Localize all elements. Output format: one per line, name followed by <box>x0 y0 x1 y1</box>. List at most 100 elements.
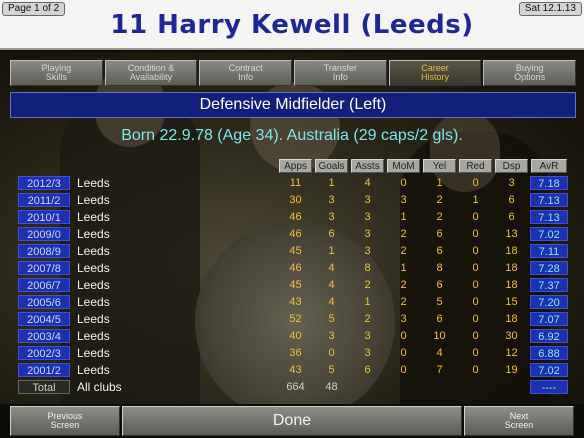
stat-assts: 8 <box>364 262 371 274</box>
tab-career-history[interactable]: Career History <box>388 60 482 86</box>
stat-dsp: 3 <box>508 177 515 189</box>
column-header-yellow[interactable]: Yel <box>423 159 456 173</box>
stat-red: 0 <box>472 228 479 240</box>
stat-assts: 2 <box>364 279 371 291</box>
table-row: 2009/0 Leeds 46 6 3 2 6 0 13 7.02 <box>0 226 584 242</box>
stat-goals: 6 <box>328 228 335 240</box>
stat-assts: 3 <box>364 347 371 359</box>
column-header-mom[interactable]: MoM <box>387 159 420 173</box>
season-button[interactable]: 2011/2 <box>18 193 70 207</box>
table-row: 2011/2 Leeds 30 3 3 3 2 1 6 7.13 <box>0 192 584 208</box>
stat-red: 0 <box>472 279 479 291</box>
stat-mom: 1 <box>400 262 407 274</box>
previous-screen-button[interactable]: Previous Screen <box>10 406 120 436</box>
stat-dsp: 18 <box>505 313 518 325</box>
stat-yel: 2 <box>436 211 443 223</box>
stat-assts: 3 <box>364 330 371 342</box>
next-screen-button[interactable]: Next Screen <box>464 406 574 436</box>
club-name: Leeds <box>77 363 110 377</box>
season-button[interactable]: 2002/3 <box>18 346 70 360</box>
stat-dsp: 13 <box>505 228 518 240</box>
stat-red: 0 <box>472 347 479 359</box>
total-label: Total <box>18 380 70 394</box>
season-button[interactable]: 2008/9 <box>18 244 70 258</box>
stat-mom: 0 <box>400 330 407 342</box>
tab-buying-options[interactable]: Buying Options <box>483 60 577 86</box>
stat-yel: 6 <box>436 245 443 257</box>
stat-red: 0 <box>472 330 479 342</box>
tab-transfer-info[interactable]: Transfer Info <box>294 60 387 86</box>
tab-contract-info[interactable]: Contract Info <box>199 60 293 86</box>
stat-mom: 0 <box>400 364 407 376</box>
stat-goals: 4 <box>328 262 335 274</box>
season-button[interactable]: 2003/4 <box>18 329 70 343</box>
stat-apps: 46 <box>289 262 302 274</box>
column-header-dsp[interactable]: Dsp <box>495 159 528 173</box>
club-name: Leeds <box>77 346 110 360</box>
stat-apps: 45 <box>289 279 302 291</box>
tab-playing-skills[interactable]: Playing Skills <box>10 60 103 86</box>
tab-bar: Playing Skills Condition & Availability … <box>10 60 577 86</box>
column-header-goals[interactable]: Goals <box>315 159 348 173</box>
stat-goals: 3 <box>328 194 335 206</box>
stat-mom: 2 <box>400 228 407 240</box>
stat-red: 0 <box>472 296 479 308</box>
stat-apps: 46 <box>289 228 302 240</box>
club-name: Leeds <box>77 210 110 224</box>
stat-mom: 0 <box>400 347 407 359</box>
stat-red: 1 <box>472 194 479 206</box>
stat-assts: 4 <box>364 177 371 189</box>
done-button[interactable]: Done <box>122 406 462 436</box>
table-row: 2010/1 Leeds 46 3 3 1 2 0 6 7.13 <box>0 209 584 225</box>
stat-goals: 1 <box>328 245 335 257</box>
column-header-avr[interactable]: AvR <box>531 159 567 173</box>
stat-goals: 0 <box>328 347 335 359</box>
stat-apps: 46 <box>289 211 302 223</box>
stat-apps: 43 <box>289 296 302 308</box>
stat-yel: 2 <box>436 194 443 206</box>
season-button[interactable]: 2009/0 <box>18 227 70 241</box>
stat-goals: 3 <box>328 330 335 342</box>
club-name: Leeds <box>77 329 110 343</box>
stat-mom: 2 <box>400 245 407 257</box>
total-apps: 664 <box>286 381 305 393</box>
stat-yel: 10 <box>433 330 446 342</box>
stat-apps: 36 <box>289 347 302 359</box>
season-button[interactable]: 2012/3 <box>18 176 70 190</box>
stat-avr: 7.02 <box>530 227 568 241</box>
season-button[interactable]: 2001/2 <box>18 363 70 377</box>
stat-goals: 5 <box>328 313 335 325</box>
season-button[interactable]: 2004/5 <box>18 312 70 326</box>
club-name: Leeds <box>77 176 110 190</box>
table-row: 2002/3 Leeds 36 0 3 0 4 0 12 6.88 <box>0 345 584 361</box>
club-name: Leeds <box>77 261 110 275</box>
stat-yel: 8 <box>436 262 443 274</box>
season-button[interactable]: 2005/6 <box>18 295 70 309</box>
stat-red: 0 <box>472 245 479 257</box>
stat-goals: 5 <box>328 364 335 376</box>
stat-apps: 45 <box>289 245 302 257</box>
column-header-apps[interactable]: Apps <box>279 159 312 173</box>
column-header-red[interactable]: Red <box>459 159 492 173</box>
season-button[interactable]: 2007/8 <box>18 261 70 275</box>
stat-mom: 3 <box>400 194 407 206</box>
player-title: 11 Harry Kewell (Leeds) <box>110 10 474 40</box>
stat-avr: 6.88 <box>530 346 568 360</box>
stat-goals: 3 <box>328 211 335 223</box>
stat-dsp: 15 <box>505 296 518 308</box>
player-position: Defensive Midfielder (Left) <box>10 92 576 118</box>
table-row: 2001/2 Leeds 43 5 6 0 7 0 19 7.02 <box>0 362 584 378</box>
column-header-assists[interactable]: Assts <box>351 159 384 173</box>
stat-yel: 6 <box>436 313 443 325</box>
total-goals: 48 <box>325 381 338 393</box>
stat-apps: 11 <box>289 177 302 189</box>
stat-avr: 7.07 <box>530 312 568 326</box>
club-name: Leeds <box>77 278 110 292</box>
club-name: Leeds <box>77 227 110 241</box>
stat-dsp: 19 <box>505 364 518 376</box>
season-button[interactable]: 2010/1 <box>18 210 70 224</box>
stat-goals: 4 <box>328 279 335 291</box>
tab-condition-availability[interactable]: Condition & Availability <box>104 60 198 86</box>
stat-mom: 2 <box>400 279 407 291</box>
season-button[interactable]: 2006/7 <box>18 278 70 292</box>
